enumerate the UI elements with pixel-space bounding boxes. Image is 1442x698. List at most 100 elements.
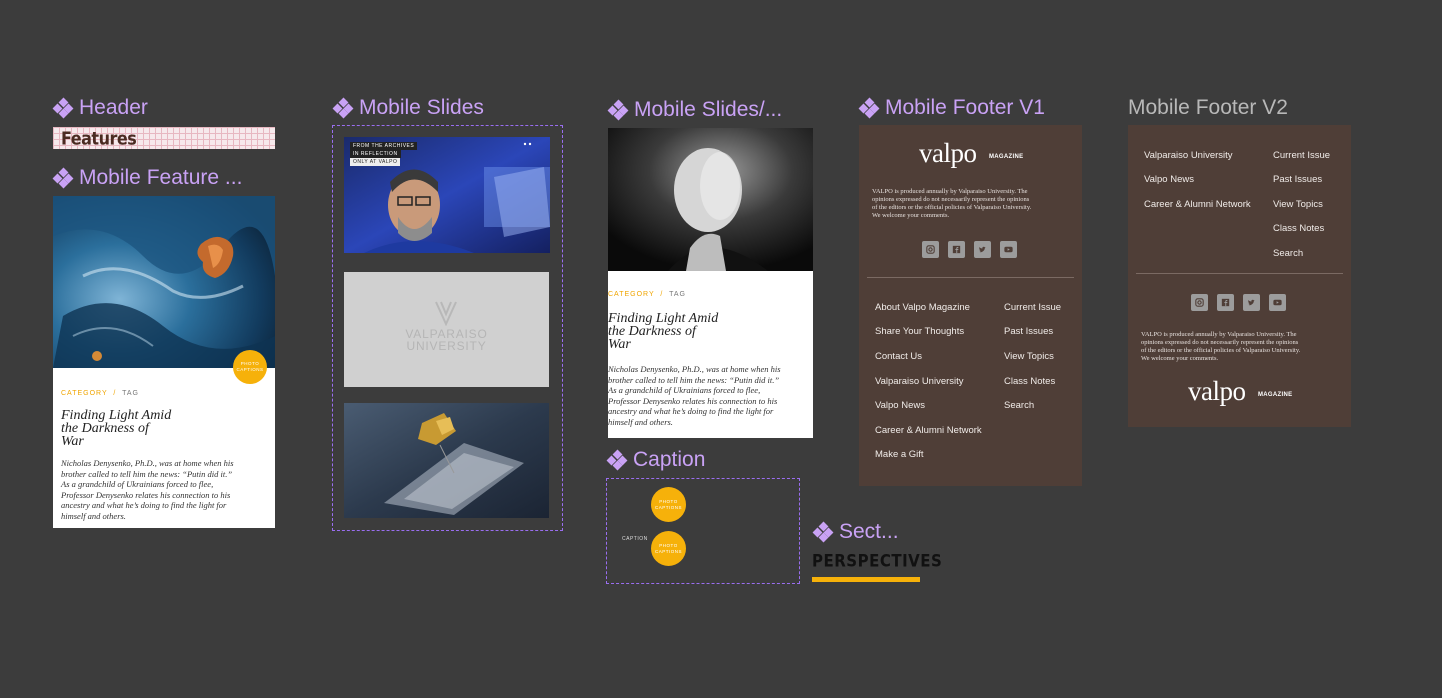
footer-link[interactable]: About Valpo Magazine — [875, 302, 970, 313]
header-label: Features — [61, 128, 137, 149]
frame-title-label: Mobile Slides — [359, 96, 484, 119]
footer-link[interactable]: Valpo News — [1144, 174, 1194, 185]
twitter-icon[interactable] — [1243, 294, 1260, 311]
footer-link[interactable]: Career & Alumni Network — [1144, 199, 1251, 210]
footer-link[interactable]: Valpo News — [875, 400, 925, 411]
summary-line: Professor Denysenko relates his connecti… — [608, 395, 778, 406]
mobile-footer-v1: valpo MAGAZINE VALPO is produced annuall… — [859, 125, 1082, 486]
frame-title-footer-v1[interactable]: Mobile Footer V1 — [858, 96, 1045, 120]
footer-link[interactable]: Valparaiso University — [1144, 150, 1233, 161]
legal-line: VALPO is produced annually by Valparaiso… — [1141, 331, 1297, 338]
slide-2-placeholder[interactable]: VALPARAISO UNIVERSITY — [344, 272, 549, 387]
title-line: War — [61, 434, 84, 449]
frame-title-header[interactable]: Header — [52, 96, 148, 120]
mobile-slide-article-card[interactable]: CATEGORY / TAG Finding Light Amid the Da… — [608, 128, 813, 438]
slide-tag: ONLY AT VALPO — [350, 158, 401, 166]
youtube-icon[interactable] — [1000, 241, 1017, 258]
component-icon — [332, 97, 354, 119]
footer-link[interactable]: Class Notes — [1004, 376, 1055, 387]
category-separator: / — [113, 390, 117, 397]
tag-label[interactable]: TAG — [122, 390, 139, 397]
category-label[interactable]: CATEGORY — [61, 390, 108, 397]
footer-link[interactable]: View Topics — [1004, 351, 1054, 362]
frame-title-mobile-slides[interactable]: Mobile Slides — [332, 96, 484, 120]
caption-dot-line: PHOTO — [659, 542, 678, 548]
frame-title-footer-v2[interactable]: Mobile Footer V2 — [1128, 96, 1288, 120]
legal-line: opinions expressed do not necessarily re… — [872, 196, 1030, 203]
legal-line: of the editors or the official policies … — [872, 204, 1032, 211]
footer-link[interactable]: Current Issue — [1004, 302, 1061, 313]
slide-3-telescope-image[interactable] — [344, 403, 549, 518]
article-title[interactable]: Finding Light Amid the Darkness of War — [61, 409, 171, 449]
youtube-icon[interactable] — [1269, 294, 1286, 311]
magazine-label: MAGAZINE — [989, 154, 1024, 160]
mobile-feature-card[interactable]: PHOTO CAPTIONS CATEGORY / TAG Finding Lig… — [53, 196, 275, 528]
component-icon — [858, 97, 880, 119]
photo-caption-badge[interactable]: PHOTO CAPTIONS — [233, 350, 267, 384]
valpo-logo[interactable]: valpo — [919, 138, 977, 169]
frame-title-label: Header — [79, 96, 148, 119]
twitter-icon[interactable] — [974, 241, 991, 258]
frame-title-label: Sect... — [839, 520, 899, 543]
legal-text: VALPO is produced annually by Valparaiso… — [1141, 331, 1341, 363]
header-component[interactable]: Features — [53, 127, 275, 149]
valpo-logo[interactable]: valpo — [1188, 376, 1246, 407]
footer-link[interactable]: Make a Gift — [875, 449, 924, 460]
wordmark-line: UNIVERSITY — [406, 339, 487, 353]
footer-link[interactable]: Career & Alumni Network — [875, 425, 982, 436]
component-icon — [606, 449, 628, 471]
tag-label[interactable]: TAG — [669, 291, 686, 298]
caption-dot-line: PHOTO — [659, 498, 678, 504]
footer-link[interactable]: Share Your Thoughts — [875, 326, 964, 337]
category-row: CATEGORY / TAG — [61, 390, 139, 397]
instagram-icon[interactable] — [922, 241, 939, 258]
footer-link[interactable]: Past Issues — [1273, 174, 1322, 185]
frame-title-mobile-slides-2[interactable]: Mobile Slides/... — [607, 98, 783, 122]
legal-line: We welcome your comments. — [872, 212, 950, 219]
frame-title-section[interactable]: Sect... — [812, 520, 899, 544]
legal-line: We welcome your comments. — [1141, 355, 1219, 362]
frame-title-caption[interactable]: Caption — [606, 448, 706, 472]
valparaiso-shield-icon — [435, 301, 457, 326]
component-icon — [607, 99, 629, 121]
caption-dot[interactable]: PHOTO CAPTIONS — [651, 531, 686, 566]
caption-dot[interactable]: PHOTO CAPTIONS — [651, 487, 686, 522]
frame-title-label: Mobile Slides/... — [634, 98, 783, 121]
facebook-icon[interactable] — [1217, 294, 1234, 311]
footer-link[interactable]: Class Notes — [1273, 223, 1324, 234]
caption-dot-line: CAPTIONS — [654, 504, 682, 510]
legal-line: VALPO is produced annually by Valparaiso… — [872, 188, 1028, 195]
frame-title-label: Mobile Footer V2 — [1128, 96, 1288, 119]
footer-link[interactable]: Current Issue — [1273, 150, 1330, 161]
slide-tag: IN REFLECTION — [350, 150, 401, 158]
facebook-icon[interactable] — [948, 241, 965, 258]
instagram-icon[interactable] — [1191, 294, 1208, 311]
caption-dot-line: CAPTIONS — [654, 548, 682, 554]
article-title[interactable]: Finding Light Amid the Darkness of War — [608, 312, 718, 352]
portrait-image — [608, 128, 813, 271]
summary-line: brother called to tell him the news: “Pu… — [61, 468, 233, 479]
footer-link[interactable]: Search — [1273, 248, 1303, 259]
footer-link[interactable]: Search — [1004, 400, 1034, 411]
article-summary: Nicholas Denysenko, Ph.D., was at home w… — [61, 458, 271, 521]
footer-link[interactable]: Past Issues — [1004, 326, 1053, 337]
magazine-label: MAGAZINE — [1258, 392, 1293, 398]
frame-title-label: Caption — [633, 448, 706, 471]
slide-1-tags: FROM THE ARCHIVES IN REFLECTION ONLY AT … — [350, 142, 418, 166]
footer-link[interactable]: Contact Us — [875, 351, 922, 362]
legal-line: opinions expressed do not necessarily re… — [1141, 339, 1299, 346]
legal-line: of the editors or the official policies … — [1141, 347, 1301, 354]
summary-line: ancestry and what he’s doing to find the… — [61, 500, 227, 510]
section-underline — [812, 577, 920, 582]
summary-line: himself and others. — [608, 416, 673, 427]
legal-text: VALPO is produced annually by Valparaiso… — [872, 188, 1072, 220]
summary-line: ancestry and what he’s doing to find the… — [608, 406, 774, 416]
footer-link[interactable]: View Topics — [1273, 199, 1323, 210]
footer-link[interactable]: Valparaiso University — [875, 376, 964, 387]
category-label[interactable]: CATEGORY — [608, 291, 655, 298]
frame-title-mobile-feature[interactable]: Mobile Feature ... — [52, 166, 242, 190]
frame-title-label: Mobile Footer V1 — [885, 96, 1045, 119]
summary-line: brother called to tell him the news: “Pu… — [608, 374, 780, 385]
article-summary: Nicholas Denysenko, Ph.D., was at home w… — [608, 364, 813, 427]
title-line: War — [608, 337, 631, 352]
